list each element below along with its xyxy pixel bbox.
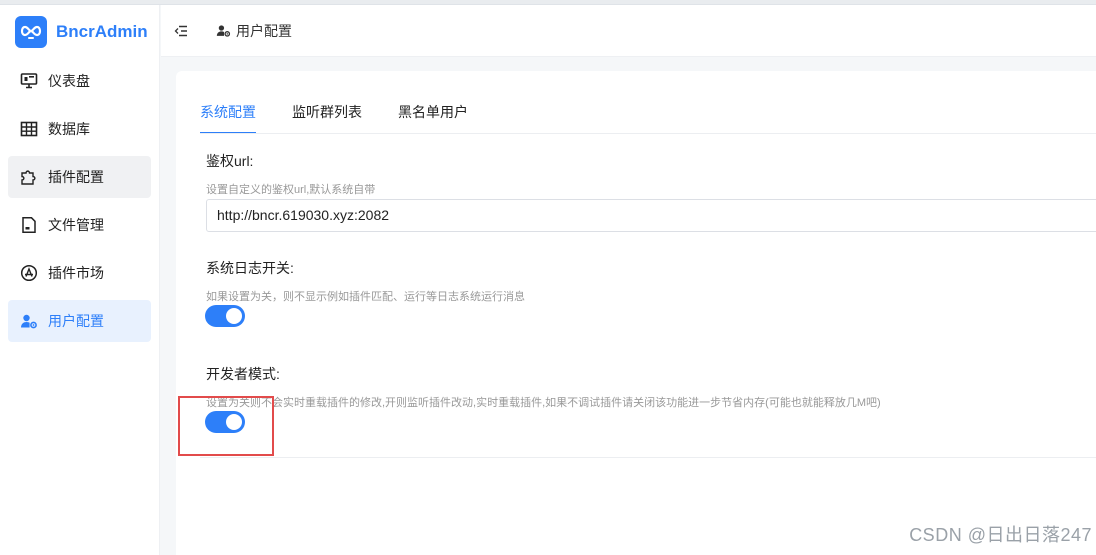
sidebar-item-label: 用户配置 xyxy=(48,313,104,329)
dev-mode-setting: 开发者模式: 设置为关则不会实时重载插件的修改,开则监听插件改动,实时重载插件,… xyxy=(206,364,881,410)
annotation-highlight-box xyxy=(178,396,274,456)
system-log-label: 系统日志开关: xyxy=(206,260,294,276)
auth-url-label: 鉴权url: xyxy=(206,153,254,169)
auth-url-input[interactable]: http://bncr.619030.xyz:2082 xyxy=(206,199,1096,232)
breadcrumb[interactable]: 用户配置 xyxy=(216,21,292,41)
sidebar-item-label: 仪表盘 xyxy=(48,73,90,89)
tabs-divider xyxy=(200,133,1096,134)
brand[interactable]: BncrAdmin xyxy=(0,5,159,58)
system-log-description: 如果设置为关，则不显示例如插件匹配、运行等日志系统运行消息 xyxy=(206,291,525,303)
tab-listen-groups[interactable]: 监听群列表 xyxy=(292,99,362,134)
dashboard-icon xyxy=(20,72,38,90)
system-log-setting: 系统日志开关: 如果设置为关，则不显示例如插件匹配、运行等日志系统运行消息 xyxy=(206,258,525,304)
menu-collapse-icon[interactable] xyxy=(174,24,188,38)
sidebar-item-dashboard[interactable]: 仪表盘 xyxy=(8,60,151,102)
user-settings-icon xyxy=(20,312,38,330)
tab-blacklist-users[interactable]: 黑名单用户 xyxy=(398,99,468,134)
sidebar-item-plugin-market[interactable]: 插件市场 xyxy=(8,252,151,294)
breadcrumb-label: 用户配置 xyxy=(236,22,292,39)
file-icon xyxy=(20,216,38,234)
sidebar-item-plugin-config[interactable]: 插件配置 xyxy=(8,156,151,198)
auth-url-description: 设置自定义的鉴权url,默认系统自带 xyxy=(206,184,376,196)
table-icon xyxy=(20,120,38,138)
settings-panel: 系统配置 监听群列表 黑名单用户 鉴权url: 设置自定义的鉴权url,默认系统… xyxy=(176,71,1096,555)
sidebar-item-label: 数据库 xyxy=(48,121,90,137)
tab-system-config[interactable]: 系统配置 xyxy=(200,99,256,134)
sidebar-item-user-config[interactable]: 用户配置 xyxy=(8,300,151,342)
toggle-knob xyxy=(226,308,242,324)
watermark: CSDN @日出日落247 xyxy=(909,525,1092,545)
app-name: BncrAdmin xyxy=(56,21,148,41)
tab-bar: 系统配置 监听群列表 黑名单用户 xyxy=(200,99,504,134)
section-divider xyxy=(200,457,1096,458)
logo-icon xyxy=(15,15,47,48)
system-log-toggle[interactable] xyxy=(205,305,245,327)
dev-mode-description: 设置为关则不会实时重载插件的修改,开则监听插件改动,实时重载插件,如果不调试插件… xyxy=(206,397,881,409)
sidebar: BncrAdmin 仪表盘 数据库 插件配置 文件管理 插件市场 用户配置 xyxy=(0,5,160,555)
dev-mode-label: 开发者模式: xyxy=(206,366,280,382)
auth-url-setting: 鉴权url: 设置自定义的鉴权url,默认系统自带 xyxy=(206,151,375,197)
sidebar-menu: 仪表盘 数据库 插件配置 文件管理 插件市场 用户配置 xyxy=(0,60,159,342)
sidebar-item-database[interactable]: 数据库 xyxy=(8,108,151,150)
sidebar-item-label: 文件管理 xyxy=(48,217,104,233)
sidebar-item-label: 插件配置 xyxy=(48,169,104,185)
sidebar-item-label: 插件市场 xyxy=(48,265,104,281)
user-settings-icon xyxy=(216,23,231,38)
sidebar-item-file-manager[interactable]: 文件管理 xyxy=(8,204,151,246)
puzzle-icon xyxy=(20,168,38,186)
top-header: 用户配置 xyxy=(161,5,1096,57)
app-store-icon xyxy=(20,264,38,282)
